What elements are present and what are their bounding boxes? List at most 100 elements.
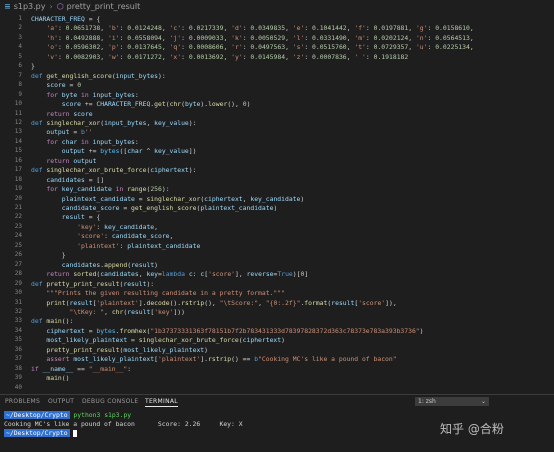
code-token: 0.0013692 — [188, 52, 224, 61]
code-token: ciphertext — [242, 336, 282, 345]
code-token: = { — [84, 15, 101, 23]
code-token: decode — [146, 298, 170, 307]
code-token: rstrip — [181, 298, 205, 307]
code-token: CHARACTER_FREQ — [96, 100, 151, 109]
code-token: : — [127, 364, 132, 373]
code-token: pretty_print_result — [46, 345, 120, 354]
code-token: 's' — [292, 43, 305, 52]
code-token: 'p' — [107, 43, 120, 52]
code-token: 0.0124248 — [127, 24, 162, 33]
code-token: , — [161, 33, 170, 42]
code-token: ). — [200, 100, 209, 109]
code-token: score — [61, 100, 82, 109]
code-token: , — [469, 43, 474, 52]
code-token: output — [61, 147, 85, 156]
code-token: chr — [111, 307, 124, 316]
code-token: in — [81, 137, 93, 146]
code-token: for — [46, 137, 62, 146]
code-token: ) — [300, 194, 305, 203]
code-token: most_likely_plaintext — [73, 355, 155, 364]
code-token: "\tScore:" — [219, 298, 259, 307]
code-token: plaintext_candidate — [61, 194, 135, 203]
code-token: bytes — [96, 326, 116, 335]
code-token: char — [61, 137, 82, 146]
code-token: 0.1918182 — [373, 52, 409, 61]
code-token: : — [181, 24, 189, 33]
code-token: 0.0202124 — [373, 33, 409, 42]
code-token: : — [96, 222, 105, 231]
code-token: 'key' — [154, 307, 174, 316]
code-token: candidate_score — [111, 232, 170, 241]
code-token: (), — [227, 100, 243, 109]
code-token: 0.0082903 — [65, 52, 101, 61]
breadcrumb-symbol[interactable]: pretty_print_result — [67, 2, 141, 11]
code-token: : — [365, 33, 374, 42]
panel-tab-bar: PROBLEMS OUTPUT DEBUG CONSOLE TERMINAL 1… — [0, 394, 554, 409]
terminal-shell-select[interactable]: 1: zsh ⌄ — [415, 397, 489, 406]
code-token: = — [134, 194, 147, 203]
prompt-path-2: ~/Desktop/Crypto — [4, 429, 70, 437]
tab-terminal[interactable]: TERMINAL — [145, 398, 178, 407]
code-token: "\tKey: " — [69, 307, 105, 316]
code-token: ) — [204, 345, 209, 354]
code-token: 'v' — [46, 52, 58, 61]
code-token: input_bytes — [115, 71, 158, 80]
code-token: range — [127, 185, 147, 194]
code-token: lambda — [161, 270, 189, 279]
code-token: } — [31, 62, 35, 71]
code-token: } — [31, 251, 66, 260]
code-token: __name__ — [42, 364, 74, 373]
tab-debug-console[interactable]: DEBUG CONSOLE — [82, 398, 138, 405]
code-token: ) — [246, 100, 251, 109]
code-token: , — [469, 24, 474, 33]
code-token: , — [100, 43, 108, 52]
code-token: 'b' — [107, 24, 120, 33]
code-token: "{0:.2f}" — [265, 298, 301, 307]
code-token: , — [408, 33, 416, 42]
code-token: most_likely_plaintext — [123, 345, 205, 354]
code-token: 'key' — [77, 222, 97, 231]
code-token: result — [61, 213, 85, 222]
code-token: = — [84, 326, 97, 335]
code-token: candidates — [100, 270, 139, 279]
tab-output[interactable]: OUTPUT — [48, 398, 74, 405]
code-token: result — [127, 307, 151, 316]
code-token: : — [57, 33, 66, 42]
code-token: 'a' — [46, 24, 58, 33]
code-token: 'g' — [415, 24, 428, 33]
code-token: candidates — [61, 260, 101, 269]
code-token: , — [146, 118, 155, 127]
code-editor[interactable]: 1 CHARACTER_FREQ = {2 'a': 0.0651738, 'b'… — [0, 14, 554, 394]
watermark: 知乎 @合粉 — [440, 422, 504, 436]
code-token: 'x' — [169, 52, 182, 61]
tab-problems[interactable]: PROBLEMS — [5, 398, 40, 405]
code-token: sorted — [73, 270, 97, 279]
code-token: 'd' — [231, 24, 243, 33]
code-token: : — [104, 232, 112, 241]
breadcrumb-file[interactable]: s1p3.py — [14, 2, 46, 11]
code-token: ciphertext — [46, 326, 85, 335]
code-token: = [] — [84, 175, 105, 184]
code-token: : — [57, 24, 66, 33]
code-token: : — [181, 43, 189, 52]
code-token: def — [31, 118, 47, 127]
code-token: 'plaintext' — [158, 355, 201, 364]
code-token: 'score' — [358, 298, 386, 307]
code-token: in — [81, 90, 93, 99]
code-token: 0.0158610 — [435, 24, 470, 33]
terminal-output: Cooking MC's like a pound of bacon Score… — [4, 420, 243, 428]
code-token: ]) — [188, 147, 197, 156]
code-token: 0.0564513 — [435, 33, 470, 42]
code-token: , — [154, 222, 159, 231]
code-token: (): — [61, 317, 74, 326]
